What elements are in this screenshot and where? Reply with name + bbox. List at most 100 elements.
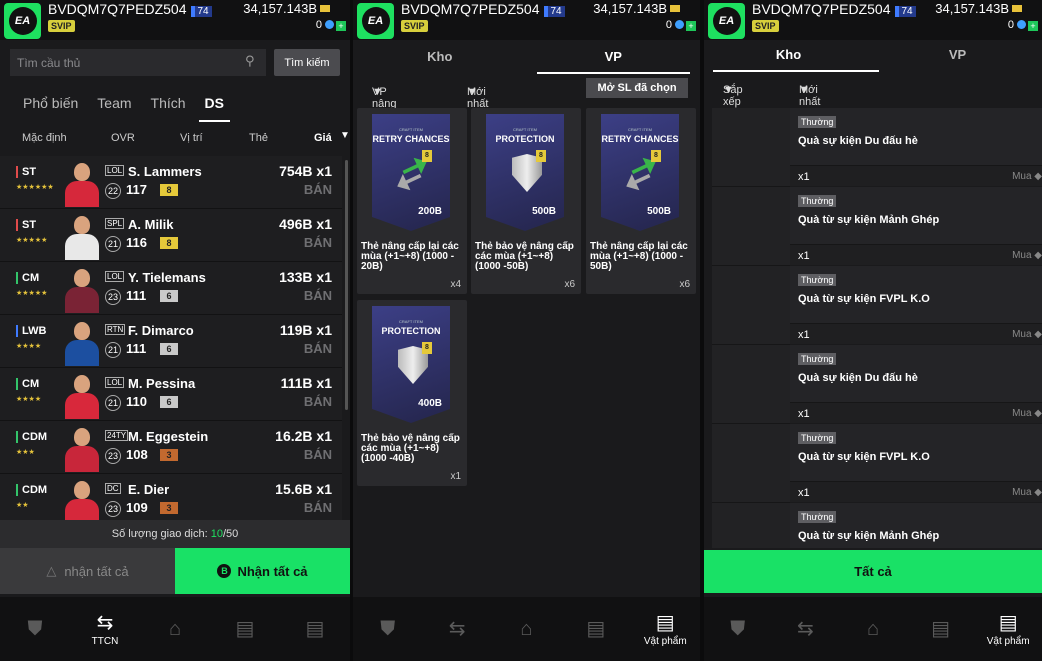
retry-arrows-icon: [396, 158, 430, 192]
item-card-visual: 8: [394, 150, 432, 194]
tab-popular[interactable]: Phổ biến: [23, 84, 78, 122]
player-row[interactable]: CDM ★★ DC E. Dier 23 109 3 15.6B x1 BÁN: [0, 474, 342, 520]
storage-item-row[interactable]: Thường Quà từ sự kiện Mảnh Ghép x1 Mua ◆: [712, 187, 1042, 266]
item-card[interactable]: CRAFT ITEM RETRY CHANCES 8 500B Thẻ nâng cấp…: [586, 108, 696, 294]
nav-squad[interactable]: ▤: [566, 604, 626, 654]
storage-item-row[interactable]: Thường Quà từ sự kiện FVPL K.O x1 Mua ◆: [712, 424, 1042, 503]
ea-logo[interactable]: EA: [708, 3, 745, 39]
item-card[interactable]: CRAFT ITEM PROTECTION 8 500B Thẻ bảo vệ nâng…: [471, 108, 581, 294]
transfer-icon: ⇆: [96, 611, 114, 634]
sell-button[interactable]: BÁN: [304, 394, 332, 409]
sort-position[interactable]: Vị trí: [180, 132, 203, 144]
ea-logo[interactable]: EA: [357, 3, 394, 39]
nav-shop[interactable]: ⛊: [708, 604, 768, 654]
sell-button[interactable]: BÁN: [304, 182, 332, 197]
player-row[interactable]: LWB ★★★★ RTN F. Dimarco 21 111 6 119B x1 BÁN: [0, 315, 342, 368]
nav-transfer[interactable]: ⇆: [775, 604, 835, 654]
buy-button[interactable]: Mua ◆: [1012, 171, 1042, 182]
all-button[interactable]: Tất cả: [704, 550, 1042, 593]
search-button[interactable]: Tìm kiếm: [274, 49, 340, 76]
buy-button[interactable]: Mua ◆: [1012, 250, 1042, 261]
add-gems-button[interactable]: +: [1028, 21, 1038, 31]
buy-button[interactable]: Mua ◆: [1012, 408, 1042, 419]
sell-button[interactable]: BÁN: [304, 341, 332, 356]
player-row[interactable]: ST ★★★★★ SPL A. Milik 21 116 8 496B x1 BÁN: [0, 209, 342, 262]
player-row[interactable]: CM ★★★★ LOL M. Pessina 21 110 6 111B x1 BÁN: [0, 368, 342, 421]
add-gems-button[interactable]: +: [336, 21, 346, 31]
player-avatar: [62, 318, 102, 366]
player-price: 16.2B x1: [275, 428, 332, 444]
storage-item-row[interactable]: Thường Quà sự kiện Du đấu hè x1 Mua ◆: [712, 108, 1042, 187]
player-row[interactable]: CDM ★★★ 24TY M. Eggestein 23 108 3 16.2B x1 BÁN: [0, 421, 342, 474]
nav-squad[interactable]: ▤: [215, 604, 275, 654]
storage-item-row[interactable]: Thường Quà từ sự kiện Mảnh Ghép: [712, 503, 1042, 548]
add-gems-button[interactable]: +: [686, 21, 696, 31]
player-name: E. Dier: [128, 482, 170, 497]
nav-shop[interactable]: ⛊: [5, 604, 65, 654]
player-ovr: 110: [126, 394, 147, 409]
nav-transfer[interactable]: ⇆: [427, 604, 487, 654]
item-card-value: 200B: [418, 206, 442, 217]
tab-favorite[interactable]: Thích: [151, 84, 186, 122]
tab-vp[interactable]: VP: [873, 40, 1042, 74]
nav-items[interactable]: ▤ Vật phẩm: [635, 604, 695, 654]
storage-tabs: Kho VP: [353, 40, 700, 74]
player-row[interactable]: ST ★★★★★★ LOL S. Lammers 22 117 8 754B x1 BÁN: [0, 156, 342, 209]
nav-home[interactable]: ⌂: [496, 604, 556, 654]
sort-default[interactable]: Mặc định: [22, 132, 67, 144]
player-avatar: [62, 371, 102, 419]
sort-ovr[interactable]: OVR: [111, 132, 135, 144]
collect-button[interactable]: △ nhận tất cả: [0, 548, 175, 594]
username: BVDQM7Q7PEDZ504 74: [401, 1, 565, 17]
collect-all-button[interactable]: B Nhận tất cả: [175, 548, 350, 594]
nav-transfer[interactable]: ⇆ TTCN: [75, 604, 135, 654]
sell-button[interactable]: BÁN: [304, 447, 332, 462]
nav-home[interactable]: ⌂: [145, 604, 205, 654]
sell-button[interactable]: BÁN: [304, 500, 332, 515]
storage-item-row[interactable]: Thường Quà từ sự kiện FVPL K.O x1 Mua ◆: [712, 266, 1042, 345]
player-stars: ★★★★: [16, 343, 42, 350]
search-icon[interactable]: ⚲: [245, 53, 255, 69]
tab-ds[interactable]: DS: [198, 84, 231, 122]
sort-price[interactable]: Giá: [314, 132, 332, 144]
coins-display: 34,157.143B: [243, 1, 330, 16]
player-row[interactable]: CM ★★★★★ LOL Y. Tielemans 23 111 6 133B x1 BÁN: [0, 262, 342, 315]
trade-count-label: Số lượng giao dịch:: [111, 528, 211, 540]
player-price: 496B x1: [279, 216, 332, 232]
buy-button[interactable]: Mua ◆: [1012, 329, 1042, 340]
player-search-input[interactable]: [10, 49, 266, 76]
tab-vp[interactable]: VP: [527, 40, 701, 74]
nav-squad[interactable]: ▤: [911, 604, 971, 654]
player-ovr-circle: 23: [105, 289, 121, 305]
player-name: A. Milik: [128, 217, 174, 232]
nav-items[interactable]: ▤ Vật phẩm: [978, 604, 1038, 654]
item-card[interactable]: CRAFT ITEM RETRY CHANCES 8 200B Thẻ nâng cấp…: [357, 108, 467, 294]
tab-team[interactable]: Team: [97, 84, 131, 122]
ea-logo[interactable]: EA: [4, 3, 41, 39]
sell-button[interactable]: BÁN: [304, 288, 332, 303]
bottom-nav: ⛊ ⇆ ⌂ ▤ ▤ Vật phẩm: [704, 597, 1042, 661]
gems-value: 0: [315, 19, 322, 31]
player-position: CDM: [16, 484, 47, 496]
open-selected-button[interactable]: Mở SL đã chọn: [586, 78, 688, 98]
cart-icon: ⛊: [380, 618, 396, 640]
storage-item-row[interactable]: Thường Quà sự kiện Du đấu hè x1 Mua ◆: [712, 345, 1042, 424]
item-card[interactable]: CRAFT ITEM PROTECTION 8 400B Thẻ bảo vệ nâng…: [357, 300, 467, 486]
player-list-scrollbar[interactable]: [345, 160, 348, 410]
username-text: BVDQM7Q7PEDZ504: [401, 1, 540, 17]
sort-card[interactable]: Thẻ: [249, 132, 268, 144]
nav-home[interactable]: ⌂: [843, 604, 903, 654]
buy-button-label: Mua: [1012, 329, 1032, 340]
item-card-description: Thẻ bảo vệ nâng cấp các mùa (+1~+8) (100…: [361, 433, 460, 464]
item-card-visual: 8: [394, 342, 432, 386]
coins-display: 34,157.143B: [593, 1, 680, 16]
nav-items[interactable]: ▤: [285, 604, 345, 654]
tab-storage[interactable]: Kho: [704, 40, 879, 74]
sell-button[interactable]: BÁN: [304, 235, 332, 250]
nav-shop[interactable]: ⛊: [358, 604, 418, 654]
storage-panel: EA BVDQM7Q7PEDZ504 74 SVIP 34,157.143B 0 +…: [704, 0, 1042, 661]
tab-storage[interactable]: Kho: [353, 40, 527, 74]
sort-desc-icon[interactable]: ▼: [340, 130, 350, 141]
player-name: F. Dimarco: [128, 323, 194, 338]
buy-button[interactable]: Mua ◆: [1012, 487, 1042, 498]
